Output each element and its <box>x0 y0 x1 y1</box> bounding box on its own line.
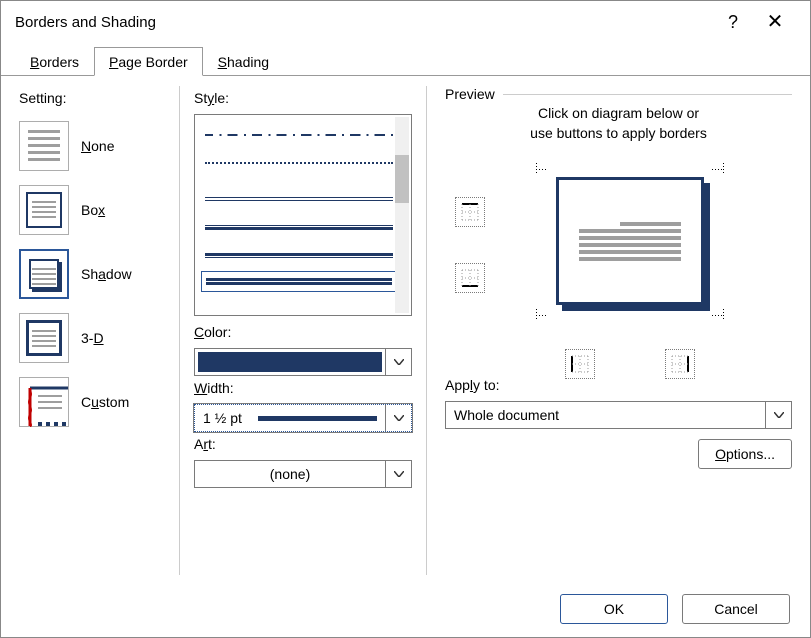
title-bar: Borders and Shading ? ✕ <box>1 1 810 43</box>
setting-box[interactable]: Box <box>19 178 173 242</box>
setting-shadow[interactable]: Shadow <box>19 242 173 306</box>
chevron-down-icon <box>765 402 791 428</box>
style-scrollbar-track[interactable] <box>395 117 409 313</box>
style-option[interactable] <box>205 213 393 241</box>
settings-column: Setting: None Box Shadow <box>19 86 179 575</box>
style-option[interactable] <box>205 121 393 149</box>
style-option[interactable] <box>205 185 393 213</box>
preview-diagram <box>445 151 792 373</box>
help-button[interactable]: ? <box>712 1 754 43</box>
tab-strip: Borders Page Border Shading <box>1 43 810 75</box>
chevron-down-icon <box>385 461 411 487</box>
setting-custom[interactable]: Custom <box>19 370 173 434</box>
ok-button[interactable]: OK <box>560 594 668 624</box>
setting-none-icon <box>19 121 69 171</box>
width-dropdown[interactable]: 1 ½ pt <box>194 404 412 432</box>
apply-to-value: Whole document <box>446 402 765 428</box>
apply-to-section: Apply to: Whole document Options... <box>445 377 792 469</box>
apply-to-dropdown[interactable]: Whole document <box>445 401 792 429</box>
border-bottom-button[interactable] <box>455 263 485 293</box>
tab-shading[interactable]: Shading <box>203 47 284 76</box>
close-button[interactable]: ✕ <box>754 1 796 43</box>
width-value: 1 ½ pt <box>203 410 242 426</box>
dialog-window: Borders and Shading ? ✕ Borders Page Bor… <box>0 0 811 638</box>
preview-hint: Click on diagram below or use buttons to… <box>445 104 792 143</box>
style-column: Style: <box>179 86 427 575</box>
chevron-down-icon <box>385 349 411 375</box>
style-option-selected[interactable] <box>201 271 397 292</box>
preview-page[interactable] <box>530 159 730 335</box>
border-top-button[interactable] <box>455 197 485 227</box>
options-button[interactable]: Options... <box>698 439 792 469</box>
style-listbox[interactable] <box>194 114 412 316</box>
width-sample-line <box>258 416 377 421</box>
dialog-body: Setting: None Box Shadow <box>1 75 810 581</box>
cancel-button[interactable]: Cancel <box>682 594 790 624</box>
tab-page-border[interactable]: Page Border <box>94 47 203 76</box>
settings-label: Setting: <box>19 90 173 106</box>
setting-none[interactable]: None <box>19 114 173 178</box>
setting-shadow-icon <box>19 249 69 299</box>
setting-3d[interactable]: 3-D <box>19 306 173 370</box>
preview-label: Preview <box>445 86 495 102</box>
style-scrollbar-thumb[interactable] <box>395 155 409 203</box>
tab-borders[interactable]: Borders <box>15 47 94 76</box>
color-swatch <box>198 352 382 372</box>
dialog-title: Borders and Shading <box>15 14 156 31</box>
art-dropdown[interactable]: (none) <box>194 460 412 488</box>
chevron-down-icon <box>385 405 411 431</box>
dialog-footer: OK Cancel <box>1 581 810 637</box>
setting-custom-icon <box>19 377 69 427</box>
preview-column: Preview Click on diagram below or use bu… <box>427 86 792 575</box>
art-value: (none) <box>195 461 385 487</box>
preview-page-frame <box>556 177 704 305</box>
border-right-button[interactable] <box>665 349 695 379</box>
style-option[interactable] <box>205 241 393 269</box>
color-dropdown[interactable] <box>194 348 412 376</box>
setting-3d-icon <box>19 313 69 363</box>
setting-box-icon <box>19 185 69 235</box>
border-left-button[interactable] <box>565 349 595 379</box>
style-option[interactable] <box>205 149 393 177</box>
